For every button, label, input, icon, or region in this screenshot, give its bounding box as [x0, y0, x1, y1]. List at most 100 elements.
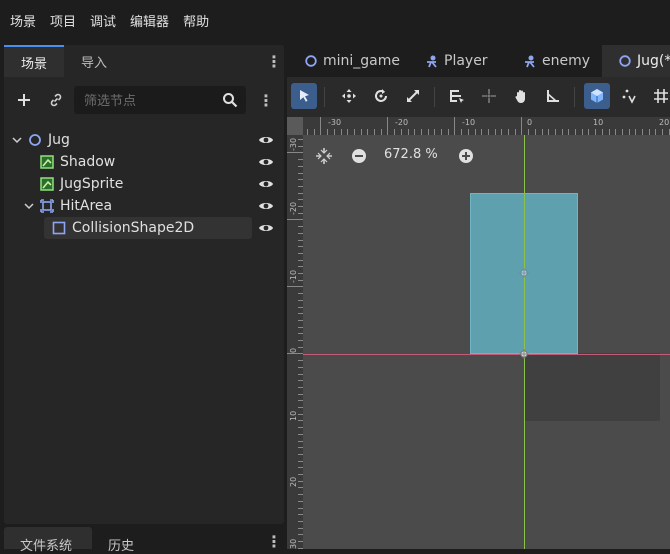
ruler-tick: [298, 487, 303, 489]
ruler-tick: [298, 340, 303, 341]
ruler-tick: [298, 306, 303, 308]
scene-tab-jug[interactable]: Jug(*): [602, 45, 670, 77]
visibility-eye-icon[interactable]: [258, 177, 274, 191]
move-mode-button[interactable]: [336, 83, 362, 109]
scale-mode-button[interactable]: [400, 83, 426, 109]
ruler-tick: [521, 117, 523, 135]
zoom-out-icon[interactable]: [350, 147, 368, 165]
ruler-tick: [662, 129, 664, 135]
zoom-level[interactable]: 672.8 %: [384, 147, 438, 162]
ruler-tick: [367, 129, 369, 135]
ruler-tick: [298, 246, 303, 248]
add-node-button[interactable]: [13, 89, 35, 111]
shape-origin-handle[interactable]: [519, 268, 529, 278]
node-circle-icon: [305, 55, 317, 67]
visibility-eye-icon[interactable]: [258, 199, 274, 213]
ruler-tick: [298, 407, 303, 408]
ruler-tick: [298, 514, 303, 516]
grid-snap-button[interactable]: [648, 83, 670, 109]
scene-tab-player[interactable]: Player: [425, 45, 488, 77]
pivot-mode-button[interactable]: [476, 83, 502, 109]
ruler-tick: [298, 185, 303, 187]
scene-tab-enemy[interactable]: enemy: [523, 45, 590, 77]
ruler-tick: [333, 129, 335, 135]
y-axis-line: [524, 135, 525, 549]
node-circle-icon: [619, 55, 631, 67]
visibility-eye-icon[interactable]: [258, 221, 274, 235]
canvas-viewport[interactable]: -30 -20 -10 0 10 20 -30 -20 -10 0 10 20 …: [287, 117, 670, 549]
ruler-label: 0: [289, 347, 298, 353]
ruler-tick: [635, 129, 637, 135]
ruler-tick: [298, 179, 303, 181]
ruler-tick: [340, 129, 342, 135]
node-origin-handle[interactable]: [519, 349, 529, 359]
tab-filesystem[interactable]: 文件系统: [4, 527, 92, 554]
ruler-label: -30: [328, 118, 342, 127]
menu-help[interactable]: 帮助: [176, 11, 216, 30]
ruler-tick: [561, 129, 563, 135]
tab-scene[interactable]: 场景: [4, 45, 64, 77]
chevron-down-icon[interactable]: [12, 135, 22, 145]
ruler-tick: [298, 299, 303, 301]
bottom-dock-menu-icon[interactable]: ⋮: [266, 531, 282, 551]
tree-item-jug[interactable]: Jug: [4, 129, 284, 151]
ruler-vertical[interactable]: -30 -20 -10 0 10 20 30: [287, 117, 303, 549]
tree-item-hitarea[interactable]: HitArea: [4, 195, 284, 217]
ruler-tick: [298, 440, 303, 442]
scene-tab-mini-game[interactable]: mini_game: [304, 45, 400, 77]
snap-options-button[interactable]: [616, 83, 642, 109]
tree-item-label: Shadow: [60, 154, 116, 170]
ruler-mode-button[interactable]: [540, 83, 566, 109]
scale-icon: [407, 90, 419, 102]
tab-history[interactable]: 历史: [108, 527, 168, 554]
ruler-tick: [581, 129, 583, 135]
zoom-in-icon[interactable]: [457, 147, 475, 165]
node2d-icon: [29, 134, 41, 146]
ruler-tick: [434, 129, 436, 135]
dock-menu-icon[interactable]: ⋮: [266, 51, 282, 71]
visibility-eye-icon[interactable]: [258, 155, 274, 169]
visibility-eye-icon[interactable]: [258, 133, 274, 147]
ruler-tick: [298, 420, 303, 422]
tree-item-shadow[interactable]: Shadow: [4, 151, 284, 173]
menu-editor[interactable]: 编辑器: [123, 11, 176, 30]
ruler-horizontal[interactable]: -30 -20 -10 0 10 20: [287, 117, 670, 135]
ruler-tick: [548, 129, 550, 135]
tab-import[interactable]: 导入: [64, 45, 124, 77]
tree-item-collisionshape2d[interactable]: CollisionShape2D: [44, 217, 252, 239]
collision-shape-icon: [52, 221, 66, 235]
filter-nodes-field[interactable]: [74, 86, 246, 114]
ruler-tick: [287, 152, 303, 154]
ruler-tick: [298, 366, 303, 368]
character-icon: [427, 55, 437, 68]
ruler-tick: [298, 165, 303, 167]
ruler-tick: [298, 427, 303, 429]
ruler-tick: [541, 129, 543, 135]
shadow-sprite: [524, 353, 660, 421]
smart-snap-button[interactable]: [584, 83, 610, 109]
rotate-mode-button[interactable]: [368, 83, 394, 109]
select-mode-button[interactable]: [291, 83, 317, 109]
menu-scene[interactable]: 场景: [0, 11, 43, 30]
ruler-tick: [298, 192, 303, 194]
menu-project[interactable]: 项目: [43, 11, 83, 30]
pan-mode-button[interactable]: [508, 83, 534, 109]
ruler-tick: [298, 212, 303, 214]
ruler-tick: [601, 129, 603, 135]
list-select-button[interactable]: [444, 83, 470, 109]
ruler-tick: [554, 129, 556, 135]
ruler-label: -10: [462, 118, 476, 127]
center-view-icon[interactable]: [315, 147, 333, 165]
chevron-down-icon[interactable]: [24, 201, 34, 211]
ruler-corner: [287, 117, 303, 135]
ruler-tick: [298, 239, 303, 241]
menu-debug[interactable]: 调试: [83, 11, 123, 30]
toolbar-separator: [324, 87, 325, 107]
filter-nodes-input[interactable]: [74, 91, 216, 109]
instance-scene-button[interactable]: [45, 89, 67, 111]
ruler-tick: [394, 129, 396, 135]
ruler-tick: [298, 474, 303, 475]
scene-options-icon[interactable]: ⋮: [258, 90, 274, 110]
ruler-tick: [642, 129, 643, 135]
tree-item-jugsprite[interactable]: JugSprite: [4, 173, 284, 195]
